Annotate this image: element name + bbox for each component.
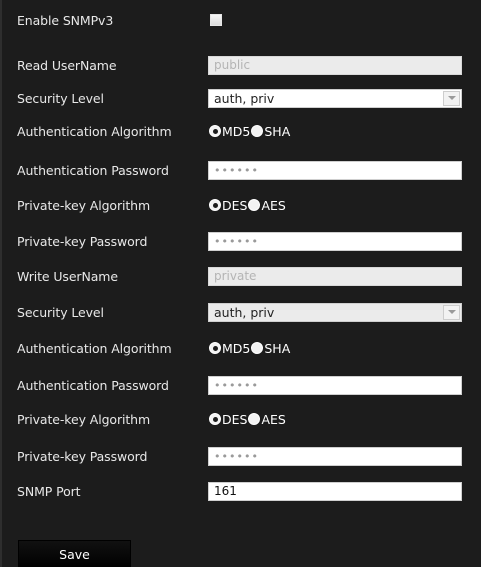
read-priv-algorithm-row: Private-key Algorithm DES AES [17, 193, 467, 217]
read-auth-algorithm-label: Authentication Algorithm [17, 123, 172, 139]
read-priv-password-label: Private-key Password [17, 233, 148, 249]
write-priv-password-input[interactable] [208, 446, 462, 466]
enable-snmpv3-row: Enable SNMPv3 [17, 8, 467, 32]
write-security-level-label: Security Level [17, 304, 104, 320]
read-auth-md5-label: MD5 [222, 123, 251, 139]
write-priv-aes-radio[interactable] [248, 413, 261, 425]
read-auth-password-control [208, 159, 462, 181]
write-auth-algorithm-row: Authentication Algorithm MD5 SHA [17, 336, 467, 360]
write-priv-algorithm-label: Private-key Algorithm [17, 411, 151, 427]
read-username-row: Read UserName [17, 53, 467, 77]
read-auth-sha-radio[interactable] [251, 125, 264, 137]
write-security-level-control: auth, priv [208, 301, 462, 323]
snmp-port-control [208, 480, 462, 502]
read-auth-password-row: Authentication Password [17, 158, 467, 182]
write-auth-sha-radio[interactable] [251, 342, 264, 354]
write-priv-algorithm-radios: DES AES [208, 408, 286, 430]
snmp-port-row: SNMP Port [17, 479, 467, 503]
write-security-level-value: auth, priv [214, 304, 275, 320]
write-auth-md5-label: MD5 [222, 340, 251, 356]
read-username-control [208, 54, 462, 76]
read-username-label: Read UserName [17, 57, 117, 73]
read-priv-password-input[interactable] [208, 231, 462, 251]
write-priv-password-row: Private-key Password [17, 444, 467, 468]
chevron-down-icon [447, 310, 456, 314]
read-security-level-label: Security Level [17, 90, 104, 106]
read-priv-password-row: Private-key Password [17, 229, 467, 253]
write-auth-md5-radio[interactable] [209, 342, 221, 354]
read-security-level-dropdown-button[interactable] [443, 90, 460, 106]
write-username-label: Write UserName [17, 268, 118, 284]
read-auth-sha-label: SHA [264, 123, 291, 139]
read-security-level-row: Security Level auth, priv [17, 86, 467, 110]
write-auth-sha-label: SHA [264, 340, 291, 356]
write-auth-password-input[interactable] [208, 375, 462, 395]
read-priv-aes-label: AES [261, 197, 286, 213]
write-username-control [208, 265, 462, 287]
read-security-level-select[interactable]: auth, priv [208, 88, 462, 108]
read-priv-des-label: DES [222, 197, 248, 213]
write-security-level-dropdown-button[interactable] [443, 304, 460, 320]
write-priv-password-label: Private-key Password [17, 448, 148, 464]
read-auth-password-input[interactable] [208, 160, 462, 180]
write-priv-algorithm-row: Private-key Algorithm DES AES [17, 407, 467, 431]
read-security-level-value: auth, priv [214, 90, 275, 106]
enable-snmpv3-checkbox[interactable] [210, 14, 222, 26]
read-priv-aes-radio[interactable] [248, 199, 261, 211]
chevron-down-icon [447, 96, 456, 100]
write-auth-password-label: Authentication Password [17, 377, 169, 393]
read-priv-des-radio[interactable] [209, 199, 221, 211]
snmpv3-settings-panel: Enable SNMPv3 Read UserName Security Lev… [0, 0, 481, 567]
read-auth-algorithm-radios: MD5 SHA [208, 120, 290, 142]
write-priv-des-radio[interactable] [209, 413, 221, 425]
write-auth-password-control [208, 374, 462, 396]
write-username-input[interactable] [208, 266, 462, 286]
read-auth-md5-radio[interactable] [209, 125, 221, 137]
read-username-input[interactable] [208, 55, 462, 75]
snmp-port-label: SNMP Port [17, 483, 81, 499]
write-username-row: Write UserName [17, 264, 467, 288]
enable-snmpv3-control [208, 9, 222, 31]
read-priv-algorithm-label: Private-key Algorithm [17, 197, 151, 213]
enable-snmpv3-label: Enable SNMPv3 [17, 12, 114, 28]
write-priv-des-label: DES [222, 411, 248, 427]
write-auth-algorithm-radios: MD5 SHA [208, 337, 290, 359]
write-security-level-select[interactable]: auth, priv [208, 302, 462, 322]
write-priv-password-control [208, 445, 462, 467]
write-security-level-row: Security Level auth, priv [17, 300, 467, 324]
read-security-level-control: auth, priv [208, 87, 462, 109]
read-auth-password-label: Authentication Password [17, 162, 169, 178]
write-auth-password-row: Authentication Password [17, 373, 467, 397]
read-priv-algorithm-radios: DES AES [208, 194, 286, 216]
read-priv-password-control [208, 230, 462, 252]
write-priv-aes-label: AES [261, 411, 286, 427]
save-button[interactable]: Save [18, 540, 131, 567]
read-auth-algorithm-row: Authentication Algorithm MD5 SHA [17, 119, 467, 143]
snmp-port-input[interactable] [208, 481, 462, 501]
write-auth-algorithm-label: Authentication Algorithm [17, 340, 172, 356]
